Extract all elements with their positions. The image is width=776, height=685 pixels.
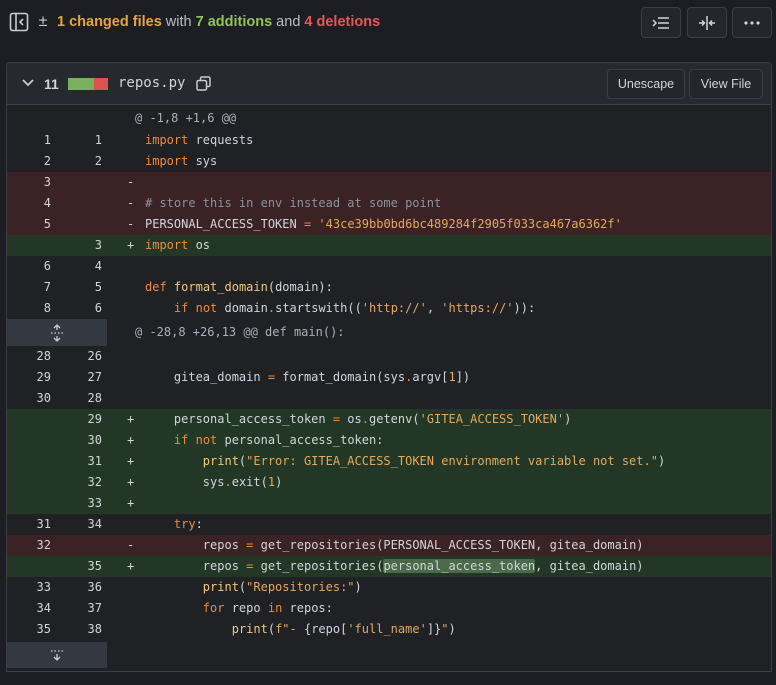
diff-line: 86 if not domain.startswith(('http://', … [7, 298, 771, 319]
file-header: 11 repos.py Unescape View File [7, 63, 771, 105]
deletions-bar [94, 78, 108, 90]
whitespace-button[interactable] [641, 7, 681, 38]
expand-down-icon [51, 650, 63, 661]
split-view-icon [699, 15, 715, 30]
split-view-button[interactable] [687, 7, 727, 38]
code-line: if not domain.startswith(('http://', 'ht… [173, 301, 536, 315]
code-line: import os [145, 238, 211, 252]
code-line: personal_access_token = os.getenv('GITEA… [145, 412, 572, 426]
diff-line: 2 2 import sys [7, 151, 771, 172]
view-file-button[interactable]: View File [689, 69, 763, 99]
unescape-button[interactable]: Unescape [607, 69, 685, 99]
diff-lines: @ -1,8 +1,6 @@ 1 1 import requests 2 2 impor… [7, 106, 771, 670]
diff-line: 33 36 print("Repositories:") [7, 577, 771, 598]
diff-summary: 1 changed files with 7 additions and 4 d… [57, 14, 381, 30]
diff-line: 7 5 def format_domain(domain): [7, 277, 771, 298]
diff-line-added: 35 + repos = get_repositories(personal_ac… [7, 556, 771, 577]
diff-line-added: 29 + personal_access_token = os.getenv('G… [7, 409, 771, 430]
diff-line: 35 38 print(f"- {repo['full_name']}") [7, 619, 771, 640]
code-line: import requests [145, 133, 254, 147]
hunk-header: @ -28,8 +26,13 @@ def main(): [7, 319, 771, 346]
file-name[interactable]: repos.py [118, 75, 185, 91]
diff-line: 30 28 [7, 388, 771, 409]
diff-line-added: 32 + sys.exit(1) [7, 472, 771, 493]
diff-line: 29 27 gitea_domain = format_domain(sys.ar… [7, 367, 771, 388]
sidebar-toggle-icon[interactable] [9, 11, 29, 33]
code-line: for repo in repos: [202, 601, 333, 615]
indent-icon [652, 16, 669, 29]
more-options-button[interactable] [732, 7, 772, 38]
hunk-footer [7, 640, 771, 670]
kebab-icon [744, 20, 760, 25]
diff-line: 34 37 for repo in repos: [7, 598, 771, 619]
additions-bar [68, 78, 94, 90]
additions-count: 7 additions [195, 14, 273, 30]
code-line: try: [173, 517, 203, 531]
expand-up-down-button[interactable] [7, 319, 107, 346]
chevron-down-icon[interactable] [21, 75, 35, 94]
changed-files-count: 1 changed files [57, 14, 162, 30]
code-line: repos = get_repositories(PERSONAL_ACCESS… [145, 538, 644, 552]
diff-line-deleted: 4- # store this in env instead at some po… [7, 193, 771, 214]
deletions-count: 4 deletions [304, 14, 381, 30]
expand-down-button[interactable] [7, 642, 107, 668]
code-line: PERSONAL_ACCESS_TOKEN = '43ce39bb0bd6bc4… [145, 217, 622, 231]
diff-line-deleted: 32- repos = get_repositories(PERSONAL_AC… [7, 535, 771, 556]
code-line: import sys [145, 154, 218, 168]
diff-line: 31 34 try: [7, 514, 771, 535]
code-line: print("Repositories:") [202, 580, 362, 594]
diff-line-added: 31 + print("Error: GITEA_ACCESS_TOKEN env… [7, 451, 771, 472]
diff-line-added: 33 + [7, 493, 771, 514]
diff-line-added: 3 + import os [7, 235, 771, 256]
code-line: print("Error: GITEA_ACCESS_TOKEN environ… [202, 454, 666, 468]
file-diff: 11 repos.py Unescape View File @ -1,8 +1… [6, 62, 772, 672]
diff-toolbar: ± 1 changed files with 7 additions and 4… [0, 0, 776, 46]
diff-line: 28 26 [7, 346, 771, 367]
code-line: if not personal_access_token: [173, 433, 384, 447]
diff-line: 1 1 import requests [7, 130, 771, 151]
code-line: sys.exit(1) [145, 475, 283, 489]
diff-line-added: 30 + if not personal_access_token: [7, 430, 771, 451]
copy-icon[interactable] [196, 76, 211, 96]
file-change-count: 11 [44, 76, 59, 92]
expand-icon [51, 323, 63, 342]
plus-minus-icon: ± [38, 13, 48, 30]
code-line: def format_domain(domain): [145, 280, 333, 294]
diff-line-deleted: 3- [7, 172, 771, 193]
code-line: gitea_domain = format_domain(sys.argv[1]… [145, 370, 471, 384]
code-line: # store this in env instead at some poin… [145, 196, 442, 210]
code-line: repos = get_repositories(personal_access… [145, 559, 644, 573]
code-line: print(f"- {repo['full_name']}") [231, 622, 456, 636]
diff-line-deleted: 5- PERSONAL_ACCESS_TOKEN = '43ce39bb0bd6b… [7, 214, 771, 235]
hunk-header: @ -1,8 +1,6 @@ [7, 106, 771, 130]
diff-line: 64 [7, 256, 771, 277]
